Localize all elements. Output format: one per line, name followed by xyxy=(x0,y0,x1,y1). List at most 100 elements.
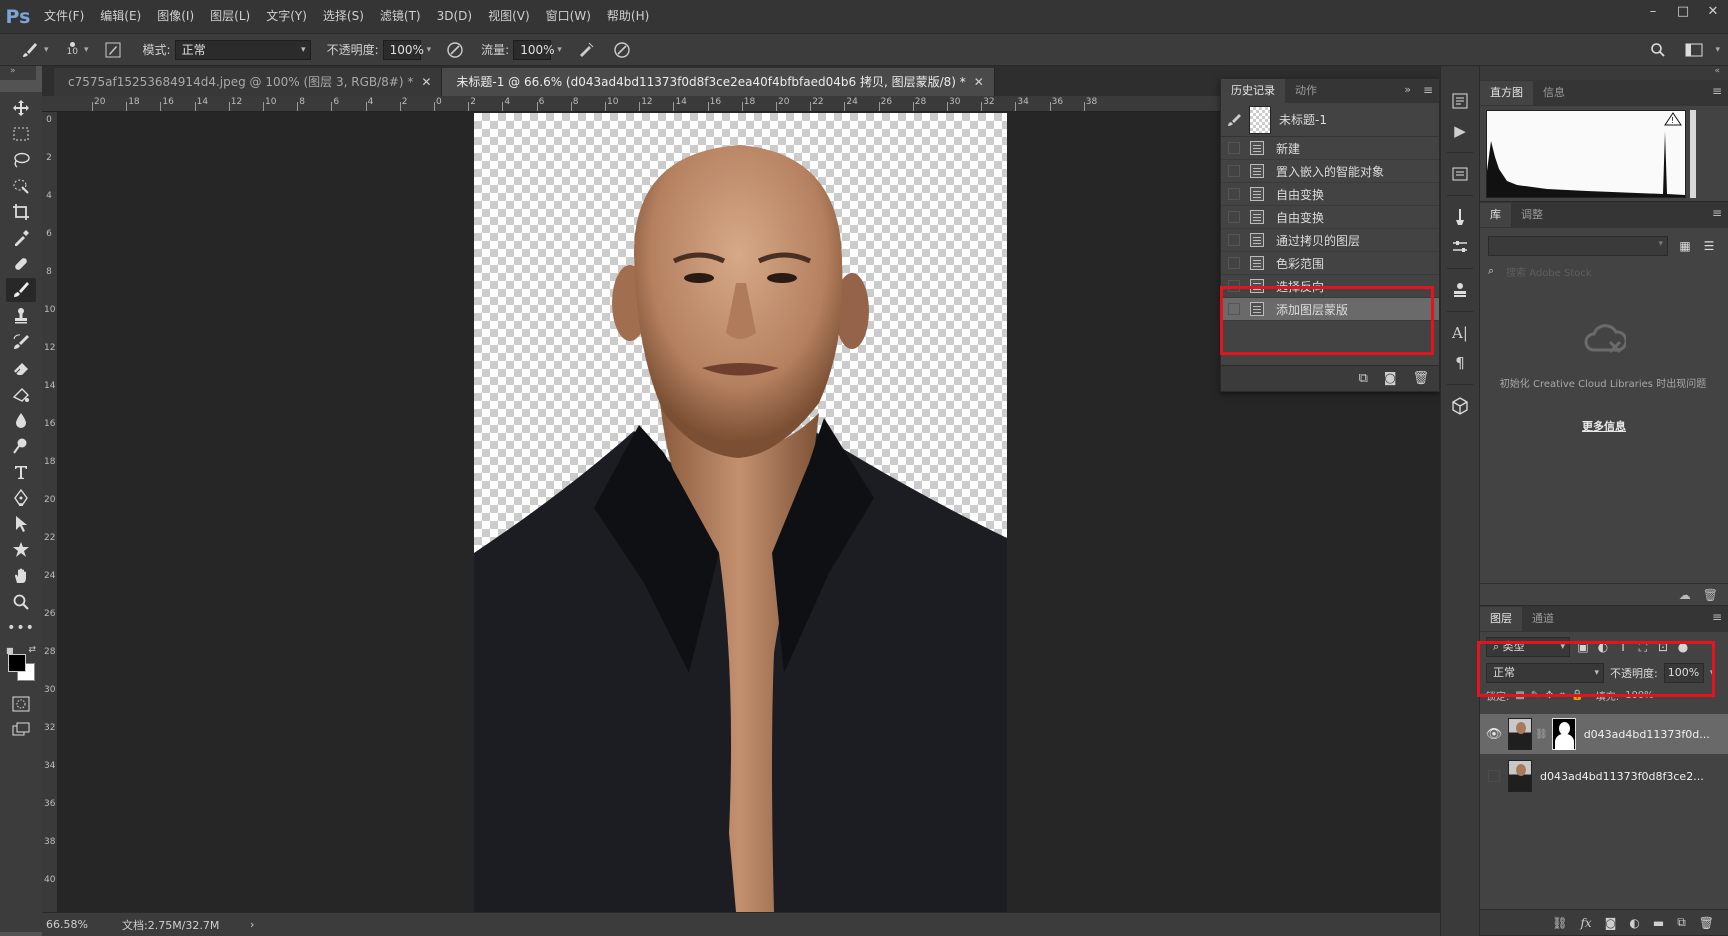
tab-layers[interactable]: 图层 xyxy=(1480,607,1522,631)
list-view-icon[interactable]: ☰ xyxy=(1698,236,1720,256)
smart-object-filter-icon[interactable]: ⊡ xyxy=(1656,640,1670,654)
lock-all-icon[interactable]: 🔒 xyxy=(1571,690,1583,701)
marquee-tool-icon[interactable] xyxy=(6,122,36,146)
new-layer-icon[interactable]: ⧉ xyxy=(1677,915,1686,930)
history-brush-source-checkbox[interactable] xyxy=(1228,280,1240,292)
character-panel-icon[interactable]: A| xyxy=(1446,320,1474,346)
history-brush-source-checkbox[interactable] xyxy=(1228,257,1240,269)
flow-input[interactable]: 100% xyxy=(513,39,555,60)
maximize-button[interactable]: □ xyxy=(1668,0,1698,22)
custom-shape-tool-icon[interactable] xyxy=(6,538,36,562)
menu-filter[interactable]: 滤镜(T) xyxy=(372,0,429,33)
move-tool-icon[interactable] xyxy=(6,96,36,120)
history-brush-source-checkbox[interactable] xyxy=(1228,211,1240,223)
chevron-down-icon[interactable]: ▾ xyxy=(44,45,49,55)
cloud-sync-icon[interactable]: ☁ xyxy=(1679,588,1691,602)
paragraph-panel-icon[interactable]: ¶ xyxy=(1446,350,1474,376)
history-brush-source-checkbox[interactable] xyxy=(1228,142,1240,154)
history-brush-source-icon[interactable] xyxy=(1227,113,1241,127)
layer-kind-filter[interactable]: ⌕ 类型 ▾ xyxy=(1486,637,1570,657)
menu-type[interactable]: 文字(Y) xyxy=(258,0,315,33)
menu-help[interactable]: 帮助(H) xyxy=(599,0,657,33)
history-brush-source-checkbox[interactable] xyxy=(1228,234,1240,246)
panel-menu-icon[interactable]: ≡ xyxy=(1712,84,1722,98)
path-selection-tool-icon[interactable] xyxy=(6,512,36,536)
histogram-scrollbar[interactable] xyxy=(1690,110,1696,198)
tab-actions[interactable]: 动作 xyxy=(1285,79,1327,103)
stock-search-input[interactable]: ⌕ 搜索 Adobe Stock xyxy=(1488,264,1716,282)
workspace-icon[interactable] xyxy=(1682,38,1706,62)
history-brush-source-checkbox[interactable] xyxy=(1228,188,1240,200)
history-panel-icon[interactable] xyxy=(1446,88,1474,114)
layer-name[interactable]: d043ad4bd11373f0d... xyxy=(1584,728,1710,741)
chevron-down-icon[interactable]: ▾ xyxy=(427,45,432,55)
brush-panel-toggle-icon[interactable] xyxy=(101,38,125,62)
blend-mode-select[interactable]: 正常 ▾ xyxy=(1486,663,1604,683)
history-brush-source-checkbox[interactable] xyxy=(1228,165,1240,177)
camera-snapshot-icon[interactable]: ◙ xyxy=(1384,371,1397,386)
tab-adjustments[interactable]: 调整 xyxy=(1511,203,1553,227)
quick-selection-tool-icon[interactable] xyxy=(6,174,36,198)
close-window-button[interactable]: ✕ xyxy=(1698,0,1728,22)
chevron-down-icon[interactable]: ▾ xyxy=(1715,45,1720,55)
pen-tool-icon[interactable] xyxy=(6,486,36,510)
link-layers-icon[interactable]: ⛓ xyxy=(1552,916,1567,930)
pressure-size-icon[interactable] xyxy=(610,38,634,62)
layer-row-mask-copy[interactable]: 👁 ⛓ d043ad4bd11373f0d... xyxy=(1480,714,1728,754)
history-step[interactable]: 色彩范围 xyxy=(1221,252,1439,275)
type-tool-icon[interactable] xyxy=(6,460,36,484)
panel-menu-icon[interactable]: ≡ xyxy=(1712,206,1722,220)
dock-collapse-icon[interactable]: « xyxy=(1480,66,1728,80)
history-snapshot[interactable]: 未标题-1 xyxy=(1221,103,1439,137)
grid-view-icon[interactable]: ▦ xyxy=(1674,236,1696,256)
lock-position-icon[interactable]: ✥ xyxy=(1545,690,1553,701)
menu-layer[interactable]: 图层(L) xyxy=(202,0,258,33)
healing-brush-tool-icon[interactable] xyxy=(6,252,36,276)
zoom-level[interactable]: 66.58% xyxy=(46,918,116,931)
quick-mask-icon[interactable] xyxy=(6,692,36,716)
history-brush-source-checkbox[interactable] xyxy=(1228,303,1240,315)
brush-settings-icon[interactable] xyxy=(1446,204,1474,230)
menu-window[interactable]: 窗口(W) xyxy=(538,0,599,33)
visibility-toggle-off[interactable] xyxy=(1488,770,1500,782)
menu-3d[interactable]: 3D(D) xyxy=(429,0,480,33)
adjustment-filter-icon[interactable]: ◐ xyxy=(1596,640,1610,654)
chevron-down-icon[interactable]: ▾ xyxy=(1710,668,1715,678)
pressure-opacity-icon[interactable] xyxy=(443,38,467,62)
trash-icon[interactable]: 🗑 xyxy=(1699,916,1714,930)
add-mask-icon[interactable]: ◙ xyxy=(1605,916,1617,930)
search-icon[interactable] xyxy=(1646,38,1670,62)
layer-style-fx-icon[interactable]: fx xyxy=(1580,916,1591,930)
history-step[interactable]: 自由变换 xyxy=(1221,183,1439,206)
brush-size-picker[interactable]: 10 xyxy=(67,42,78,57)
tab-channels[interactable]: 通道 xyxy=(1522,607,1564,631)
color-swatches[interactable]: ■ ⇄ xyxy=(4,645,38,684)
panel-menu-icon[interactable]: ≡ xyxy=(1712,610,1722,624)
menu-view[interactable]: 视图(V) xyxy=(480,0,538,33)
status-menu-arrow[interactable]: › xyxy=(250,918,254,931)
adjustment-layer-icon[interactable]: ◐ xyxy=(1629,916,1639,930)
history-step[interactable]: 新建 xyxy=(1221,137,1439,160)
more-info-link[interactable]: 更多信息 xyxy=(1480,418,1728,434)
document-canvas[interactable] xyxy=(474,113,1007,912)
history-brush-tool-icon[interactable] xyxy=(6,330,36,354)
vertical-ruler[interactable]: 0 2 4 6 8 10 12 14 16 18 20 22 24 26 28 30 32 34 36 38 40 xyxy=(42,112,58,912)
tab-histogram[interactable]: 直方图 xyxy=(1480,81,1533,105)
hand-tool-icon[interactable] xyxy=(6,564,36,588)
tab-info[interactable]: 信息 xyxy=(1533,81,1575,105)
layer-name[interactable]: d043ad4bd11373f0d8f3ce2... xyxy=(1540,770,1704,783)
foreground-color-swatch[interactable] xyxy=(8,654,26,672)
new-document-from-state-icon[interactable]: ⧉ xyxy=(1359,371,1368,386)
tab-jpeg-document[interactable]: c7575af15253684914d4.jpeg @ 100% (图层 3, … xyxy=(54,68,443,96)
airbrush-icon[interactable] xyxy=(574,38,598,62)
screen-mode-icon[interactable] xyxy=(6,718,36,742)
lock-artboard-icon[interactable]: ⌗ xyxy=(1560,690,1566,701)
type-filter-icon[interactable]: T xyxy=(1616,640,1630,654)
blur-tool-icon[interactable] xyxy=(6,408,36,432)
layer-mask-thumbnail[interactable] xyxy=(1551,718,1576,750)
close-tab-icon[interactable]: ✕ xyxy=(974,75,984,89)
clone-stamp-tool-icon[interactable] xyxy=(6,304,36,328)
trash-icon[interactable]: 🗑 xyxy=(1412,371,1429,386)
actions-play-icon[interactable]: ▶ xyxy=(1446,118,1474,144)
history-step[interactable]: 选择反向 xyxy=(1221,275,1439,298)
